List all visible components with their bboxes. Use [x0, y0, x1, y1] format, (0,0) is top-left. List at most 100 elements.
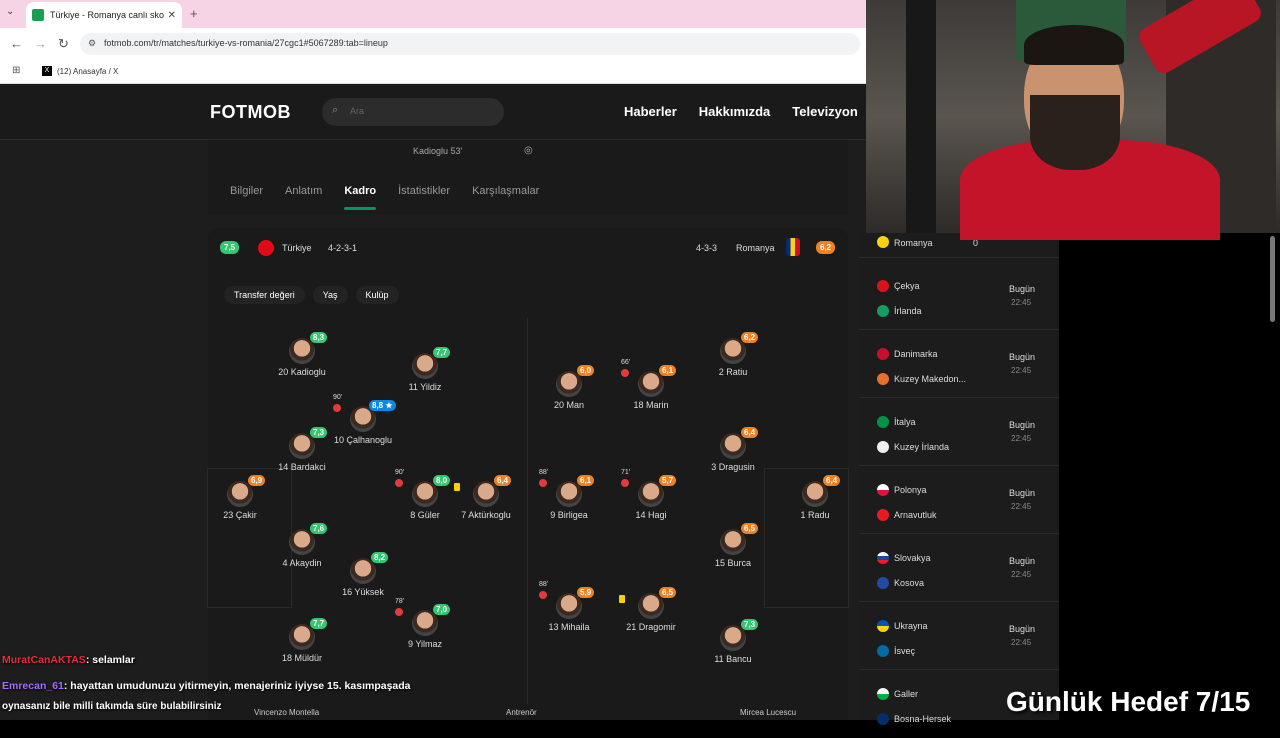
new-tab-icon[interactable]: + [190, 6, 198, 21]
player-bancu[interactable]: 7,3 11 Bancu [693, 619, 773, 664]
player-name: 14 Bardakci [278, 462, 326, 472]
x-logo-icon: X [42, 66, 52, 76]
player-photo [720, 338, 746, 364]
away-team: Arnavutluk [894, 510, 937, 520]
reload-icon[interactable]: ↻ [58, 36, 69, 52]
player-name: 9 Birligea [550, 510, 588, 520]
daily-goal-overlay: Günlük Hedef 7/15 [1006, 686, 1251, 717]
player-dragusin[interactable]: 6,4 3 Dragusin [693, 427, 773, 472]
forward-icon[interactable]: → [34, 36, 47, 51]
away-team-rating: 6,2 [816, 241, 836, 254]
player-burca[interactable]: 6,5 15 Burca [693, 523, 773, 568]
match-row[interactable]: Slovakya Kosova Bugün 22:45 [859, 540, 1059, 602]
nav-tv[interactable]: Televizyon [792, 104, 858, 119]
player-muldur[interactable]: 7,7 18 Müldür [262, 618, 342, 663]
scrollbar[interactable] [1270, 236, 1275, 322]
player-rating: 6,5 [659, 587, 677, 598]
sub-time: 78' [395, 598, 405, 605]
player-photo [638, 481, 664, 507]
player-name: 1 Radu [800, 510, 830, 520]
away-team: İrlanda [894, 306, 922, 316]
slovakia-flag-icon [877, 552, 889, 564]
player-cakir[interactable]: 6,9 23 Çakir [200, 475, 280, 520]
player-rating: 6,1 [577, 475, 595, 486]
player-bardakci[interactable]: 7,3 14 Bardakci [262, 427, 342, 472]
player-ratiu[interactable]: 6,2 2 Ratiu [693, 332, 773, 377]
player-marin[interactable]: 66' 6,1 18 Marin [611, 359, 691, 410]
match-row[interactable]: Polonya Arnavutluk Bugün 22:45 [859, 472, 1059, 534]
tab-info[interactable]: Bilgiler [230, 185, 263, 197]
home-team: Çekya [894, 281, 920, 291]
player-yildiz[interactable]: 7,7 11 Yildiz [385, 347, 465, 392]
sub-time: 71' [621, 469, 631, 476]
player-rating: 7,7 [433, 347, 451, 358]
away-team: Bosna-Hersek [894, 714, 952, 724]
browser-tab[interactable]: Türkiye - Romanya canlı skor, tr ✕ [26, 2, 182, 28]
filter-club[interactable]: Kulüp [355, 286, 399, 304]
close-tab-icon[interactable]: ✕ [168, 10, 176, 21]
denmark-flag-icon [877, 348, 889, 360]
tab-search-icon[interactable]: ⌄ [6, 6, 14, 17]
nav-about[interactable]: Hakkımızda [699, 104, 771, 119]
player-rating: 6,4 [741, 427, 759, 438]
ukraine-flag-icon [877, 620, 889, 632]
match-time: 22:45 [1011, 570, 1032, 579]
player-name: 9 Yilmaz [407, 639, 442, 649]
italy-flag-icon [877, 416, 889, 428]
chat-message: Emrecan_61: hayattan umudunuzu yitirmeyi… [2, 680, 411, 692]
player-photo [556, 593, 582, 619]
home-team: Slovakya [894, 553, 931, 563]
player-dragomir[interactable]: 6,5 21 Dragomir [611, 587, 691, 632]
player-rating: 5,9 [577, 587, 595, 598]
fotmob-logo[interactable]: FOTMOB [210, 102, 291, 123]
nav-news[interactable]: Haberler [624, 104, 677, 119]
tab-stats[interactable]: İstatistikler [398, 185, 450, 197]
browser-tab-bar: ⌄ Türkiye - Romanya canlı skor, tr ✕ + [0, 0, 866, 28]
search-input[interactable]: ⌕ Ara [322, 98, 504, 126]
player-name: 13 Mihaila [548, 622, 590, 632]
chat-user: MuratCanAKTAS [2, 654, 86, 666]
pitch: 8,3 20 Kadioglu 7,7 11 Yildiz 90' 8,8 ★ … [207, 318, 849, 720]
sub-off-icon [395, 608, 403, 616]
player-photo [412, 610, 438, 636]
sub-off-icon [621, 479, 629, 487]
match-row[interactable]: İtalya Kuzey İrlanda Bugün 22:45 [859, 404, 1059, 466]
match-tabs: Bilgiler Anlatım Kadro İstatistikler Kar… [230, 185, 539, 210]
apps-grid-icon[interactable]: ⊞ [12, 65, 20, 76]
player-radu[interactable]: 6,4 1 Radu [775, 475, 855, 520]
player-rating: 7,7 [310, 618, 328, 629]
player-rating: 7,3 [741, 619, 759, 630]
player-akturkoglu[interactable]: 6,4 7 Aktürkoglu [446, 475, 526, 520]
match-row[interactable]: Çekya İrlanda Bugün 22:45 [859, 268, 1059, 330]
player-yilmaz[interactable]: 78' 7,0 9 Yilmaz [385, 598, 465, 649]
filter-age[interactable]: Yaş [312, 286, 348, 304]
bookmark-x[interactable]: X (12) Anasayfa / X [42, 66, 118, 76]
tab-commentary[interactable]: Anlatım [285, 185, 322, 197]
url-field[interactable]: ⚙ fotmob.com/tr/matches/turkiye-vs-roman… [80, 33, 860, 55]
player-yuksek[interactable]: 8,2 16 Yüksek [323, 552, 403, 597]
player-hagi[interactable]: 71' 5,7 14 Hagi [611, 469, 691, 520]
player-birligea[interactable]: 88' 6,1 9 Birligea [529, 469, 609, 520]
match-day: Bugün [1009, 420, 1036, 430]
back-icon[interactable]: ← [10, 36, 23, 51]
tab-lineup[interactable]: Kadro [344, 185, 376, 210]
fotmob-page: FOTMOB ⌕ Ara Haberler Hakkımızda Televiz… [0, 84, 866, 720]
albania-flag-icon [877, 509, 889, 521]
tab-h2h[interactable]: Karşılaşmalar [472, 185, 539, 197]
match-header: Kadioglu 53' ◎ Bilgiler Anlatım Kadro İs… [208, 140, 848, 214]
chat-message: MuratCanAKTAS: selamlar [2, 654, 135, 666]
match-time: 22:45 [1011, 502, 1032, 511]
match-row[interactable]: Ukrayna İsveç Bugün 22:45 [859, 608, 1059, 670]
player-man[interactable]: 6,0 20 Man [529, 365, 609, 410]
player-mihaila[interactable]: 88' 5,9 13 Mihaila [529, 581, 609, 632]
filter-transfer-value[interactable]: Transfer değeri [224, 286, 305, 304]
player-name: 11 Bancu [714, 654, 752, 664]
match-row[interactable]: Danimarka Kuzey Makedon... Bugün 22:45 [859, 336, 1059, 398]
site-info-icon[interactable]: ⚙ [88, 38, 96, 49]
site-header: FOTMOB ⌕ Ara Haberler Hakkımızda Televiz… [0, 84, 866, 140]
match-time: 22:45 [1011, 298, 1032, 307]
player-kadioglu[interactable]: 8,3 20 Kadioglu [262, 332, 342, 377]
player-rating: 8,8 ★ [369, 400, 396, 411]
bosnia-flag-icon [877, 713, 889, 725]
player-photo [638, 371, 664, 397]
